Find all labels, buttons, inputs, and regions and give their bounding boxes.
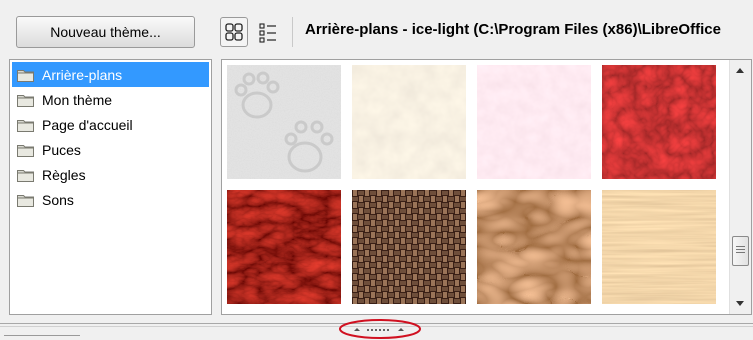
folder-icon [17,143,34,157]
background-thumbnail-ice-light[interactable] [227,65,341,179]
toolbar-separator [292,17,293,47]
background-thumbnail-red-roses[interactable] [602,65,716,179]
gallery-scrollbar[interactable] [729,60,751,314]
theme-item-label: Sons [42,191,74,208]
folder-icon [17,193,34,207]
detail-view-button[interactable] [256,20,280,46]
arrow-down-icon [736,301,744,306]
theme-item-label: Mon thème [42,91,113,108]
theme-item-label: Puces [42,141,81,158]
gallery-grid[interactable] [221,59,752,315]
theme-list[interactable]: Arrière-plans Mon thème Page d'accueil P… [9,59,212,315]
background-thumbnail-cream[interactable] [352,65,466,179]
theme-item-sons[interactable]: Sons [10,187,211,212]
theme-item-label: Arrière-plans [42,66,123,83]
scroll-down-button[interactable] [730,294,750,314]
background-thumbnail-pink[interactable] [477,65,591,179]
panel-splitter[interactable] [0,318,753,340]
theme-item-label: Page d'accueil [42,116,133,133]
scroll-up-button[interactable] [730,60,750,80]
theme-path-title: Arrière-plans - ice-light (C:\Program Fi… [305,21,721,38]
theme-item-regles[interactable]: Règles [10,162,211,187]
theme-item-puces[interactable]: Puces [10,137,211,162]
list-view-icon [259,23,276,43]
theme-item-arriere-plans[interactable]: Arrière-plans [12,62,209,87]
theme-item-mon-theme[interactable]: Mon thème [10,87,211,112]
folder-icon [17,118,34,132]
background-thumbnail-light-wood[interactable] [602,190,716,304]
grid-view-icon [225,23,243,41]
theme-item-label: Règles [42,166,86,183]
icon-view-button[interactable] [220,17,248,47]
folder-icon [17,68,34,82]
folder-icon [17,93,34,107]
scroll-thumb[interactable] [732,236,749,266]
background-thumbnail-chocolate-swirl[interactable] [477,190,591,304]
folder-icon [17,168,34,182]
background-thumbnail-dark-red-marble[interactable] [227,190,341,304]
splitter-grip-highlight [339,319,421,339]
background-thumbnail-woven-basket[interactable] [352,190,466,304]
theme-item-page-accueil[interactable]: Page d'accueil [10,112,211,137]
new-theme-button[interactable]: Nouveau thème... [16,16,195,48]
arrow-up-icon [736,68,744,73]
